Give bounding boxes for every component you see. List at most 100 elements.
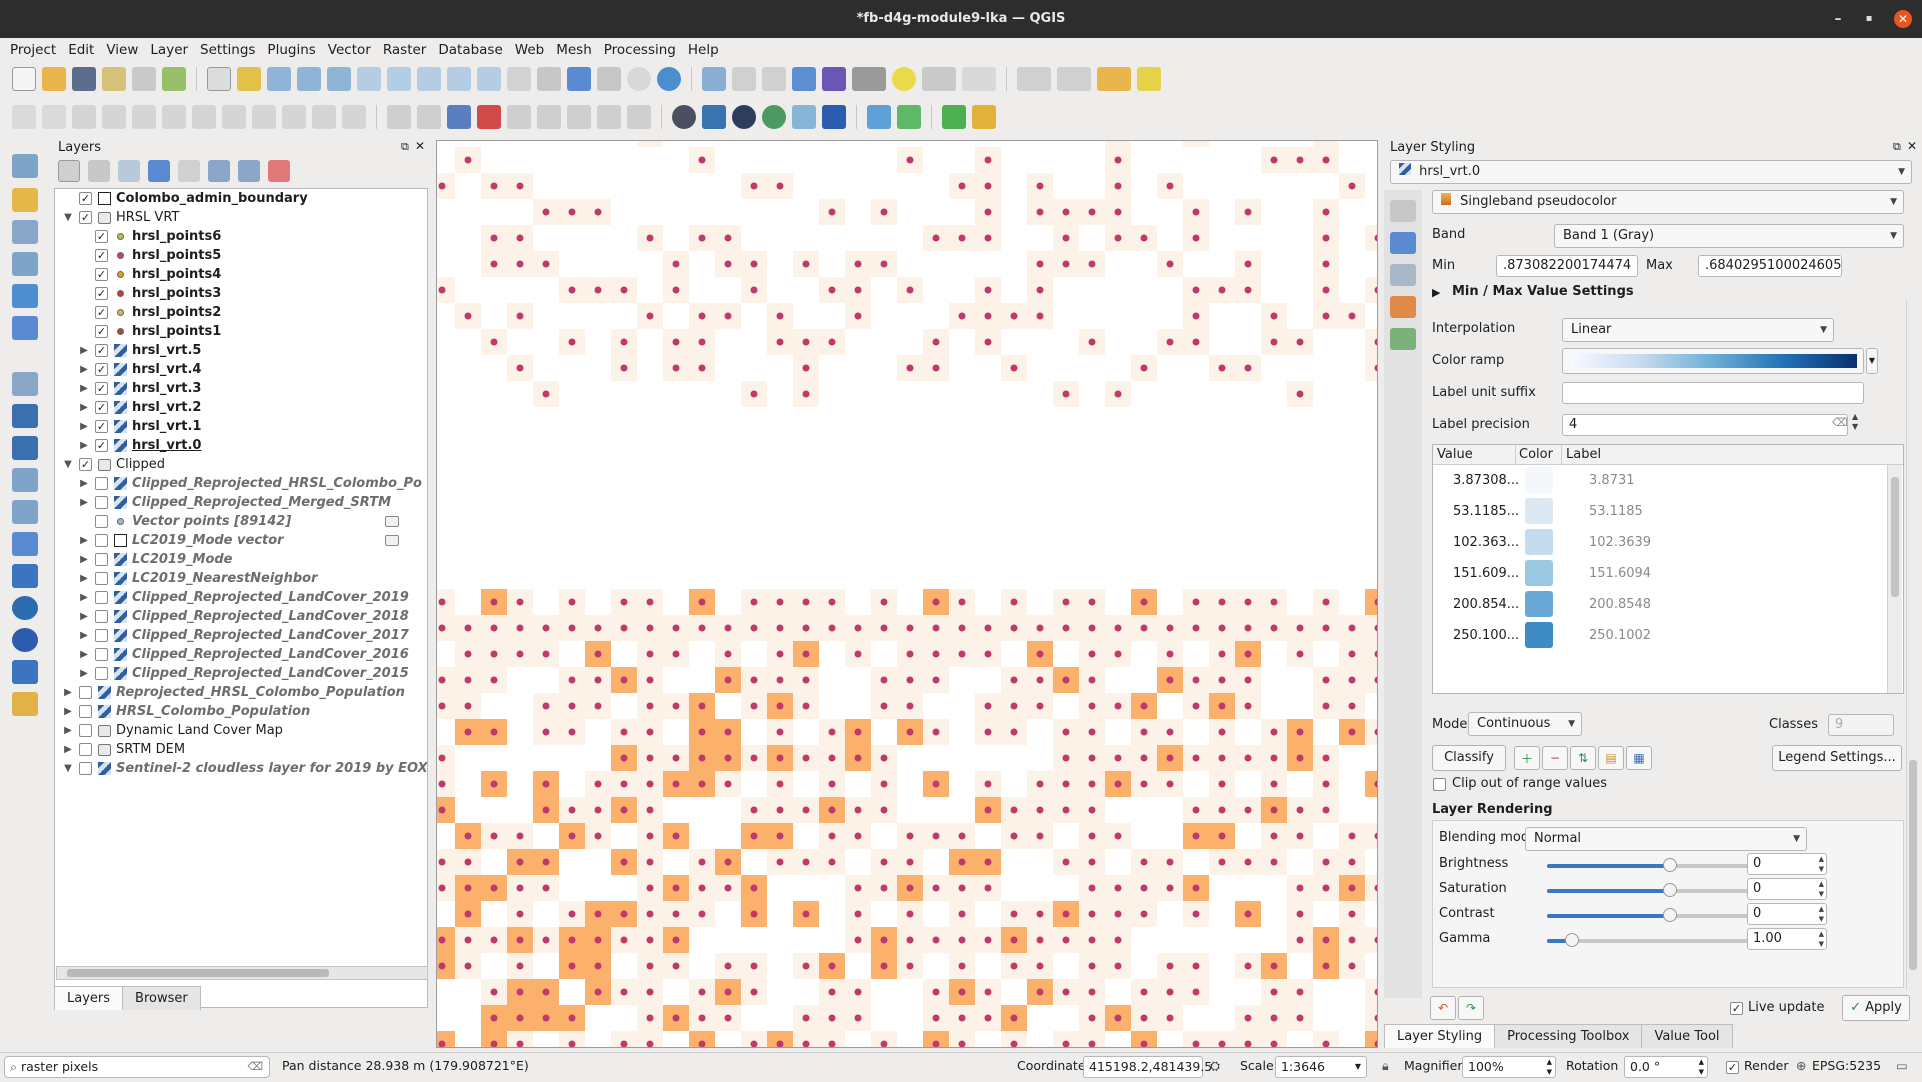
- new-3d-view-icon[interactable]: [537, 67, 561, 91]
- pan-to-selection-icon[interactable]: [237, 67, 261, 91]
- collapse-arrow-icon[interactable]: ▼: [61, 459, 75, 470]
- interpolation-select[interactable]: Linear ▼: [1562, 318, 1834, 342]
- class-label[interactable]: 3.8731: [1589, 473, 1635, 488]
- class-color-swatch[interactable]: [1525, 560, 1553, 586]
- expand-arrow-icon[interactable]: ▶: [61, 687, 75, 698]
- label-tool-icon[interactable]: [387, 105, 411, 129]
- deselect-icon[interactable]: [1097, 67, 1131, 91]
- zoom-native-icon[interactable]: [417, 67, 441, 91]
- layer-tree-item[interactable]: ▼ ✓ HRSL VRT: [55, 208, 179, 227]
- style-manager-icon[interactable]: [162, 67, 186, 91]
- layer-visibility-checkbox[interactable]: [79, 705, 92, 718]
- menu-view[interactable]: View: [100, 42, 144, 58]
- layer-tree-item[interactable]: ✓ hrsl_points2: [55, 303, 221, 322]
- tree-horizontal-scrollbar[interactable]: [56, 966, 428, 980]
- create-layer-icon[interactable]: [12, 252, 38, 276]
- classify-button[interactable]: Classify: [1432, 745, 1506, 771]
- zoom-next-icon[interactable]: [477, 67, 501, 91]
- expand-arrow-icon[interactable]: ▶: [77, 630, 91, 641]
- rendering-tab-icon[interactable]: [1390, 296, 1416, 318]
- layer-visibility-checkbox[interactable]: ✓: [79, 192, 92, 205]
- expand-arrow-icon[interactable]: ▶: [77, 649, 91, 660]
- expand-arrow-icon[interactable]: ▶: [77, 345, 91, 356]
- attribute-table-icon[interactable]: [732, 67, 756, 91]
- class-label[interactable]: 102.3639: [1589, 535, 1651, 550]
- label-unplaced-icon[interactable]: [477, 105, 501, 129]
- layer-tree-item[interactable]: ▶ HRSL_Colombo_Population: [55, 702, 310, 721]
- messages-icon[interactable]: ▭: [1896, 1058, 1908, 1073]
- column-color-header[interactable]: Color: [1519, 447, 1553, 462]
- extents-toggle-icon[interactable]: ⛭: [1210, 1058, 1220, 1074]
- layer-visibility-checkbox[interactable]: [79, 724, 92, 737]
- zoom-last-icon[interactable]: [447, 67, 471, 91]
- layer-tree-item[interactable]: ✓ hrsl_points3: [55, 284, 221, 303]
- layer-visibility-checkbox[interactable]: ✓: [95, 382, 108, 395]
- pan-map-icon[interactable]: [207, 67, 231, 91]
- redo-style-icon[interactable]: ↷: [1458, 996, 1484, 1020]
- expand-arrow-icon[interactable]: ▶: [77, 611, 91, 622]
- expand-arrow-icon[interactable]: ▶: [77, 364, 91, 375]
- layer-select[interactable]: hrsl_vrt.0 ▼: [1390, 160, 1912, 184]
- apply-button[interactable]: ✓ Apply: [1842, 995, 1910, 1021]
- layer-tree-item[interactable]: ✓ Colombo_admin_boundary: [55, 189, 308, 208]
- toggle-editing-icon[interactable]: [42, 105, 66, 129]
- help-icon[interactable]: [822, 105, 846, 129]
- layer-visibility-checkbox[interactable]: ✓: [95, 249, 108, 262]
- layer-tree-item[interactable]: ▶ LC2019_Mode: [55, 550, 232, 569]
- float-panel-icon[interactable]: ⧉: [401, 140, 409, 154]
- change-label-icon[interactable]: [627, 105, 651, 129]
- symbology-tab-icon[interactable]: [1390, 200, 1416, 222]
- class-value[interactable]: 102.363...: [1453, 535, 1519, 550]
- layer-tree-item[interactable]: ▶ Dynamic Land Cover Map: [55, 721, 283, 740]
- expand-arrow-icon[interactable]: ▶: [77, 668, 91, 679]
- color-map-row[interactable]: 250.100... 250.1002: [1433, 620, 1885, 658]
- contrast-spinbox[interactable]: 0 ▲ ▼: [1747, 903, 1827, 925]
- value-tool-icon[interactable]: [972, 105, 996, 129]
- data-source-manager-icon[interactable]: [12, 154, 38, 178]
- zoom-layer-icon[interactable]: [387, 67, 411, 91]
- gamma-spinbox[interactable]: 1.00 ▲ ▼: [1747, 928, 1827, 950]
- styling-vertical-scrollbar[interactable]: [1906, 300, 1918, 990]
- close-styling-icon[interactable]: ✕: [1907, 139, 1917, 153]
- add-wcs-icon[interactable]: [12, 596, 38, 620]
- select-features-icon[interactable]: [1017, 67, 1051, 91]
- column-label-header[interactable]: Label: [1566, 447, 1601, 462]
- delete-selected-icon[interactable]: [192, 105, 216, 129]
- class-color-swatch[interactable]: [1525, 529, 1553, 555]
- menu-help[interactable]: Help: [682, 42, 725, 58]
- coordinate-field[interactable]: 415198.2,481439.5: [1083, 1056, 1212, 1078]
- class-color-swatch[interactable]: [1525, 622, 1553, 648]
- filter-legend-icon[interactable]: [148, 160, 170, 182]
- close-panel-icon[interactable]: ✕: [415, 139, 425, 153]
- menu-mesh[interactable]: Mesh: [550, 42, 598, 58]
- layer-tree-item[interactable]: ▶ LC2019_Mode vector: [55, 531, 399, 550]
- add-wfs-icon[interactable]: [12, 628, 38, 652]
- menu-web[interactable]: Web: [509, 42, 550, 58]
- band-select[interactable]: Band 1 (Gray) ▼: [1554, 224, 1904, 248]
- vertex-tool-icon[interactable]: [132, 105, 156, 129]
- menu-settings[interactable]: Settings: [194, 42, 261, 58]
- expand-arrow-icon[interactable]: ▶: [77, 402, 91, 413]
- temporal-controller-icon[interactable]: [627, 67, 651, 91]
- class-label[interactable]: 200.8548: [1589, 597, 1651, 612]
- identify-icon[interactable]: [702, 67, 726, 91]
- add-xyz-icon[interactable]: [12, 692, 38, 716]
- modify-attributes-icon[interactable]: [162, 105, 186, 129]
- settings-gear-icon[interactable]: [792, 67, 816, 91]
- menu-database[interactable]: Database: [432, 42, 508, 58]
- add-mesh-icon[interactable]: [12, 316, 38, 340]
- class-value[interactable]: 200.854...: [1453, 597, 1519, 612]
- layer-tree-item[interactable]: ▶ ✓ hrsl_vrt.4: [55, 360, 201, 379]
- layer-visibility-checkbox[interactable]: ✓: [95, 420, 108, 433]
- pin-labels-icon[interactable]: [507, 105, 531, 129]
- save-edits-icon[interactable]: [72, 105, 96, 129]
- layer-tree-item[interactable]: ▶ ✓ hrsl_vrt.0: [55, 436, 201, 455]
- minmax-settings-header[interactable]: Min / Max Value Settings: [1452, 284, 1634, 299]
- clear-search-icon[interactable]: ⌫: [247, 1057, 263, 1077]
- new-map-view-icon[interactable]: [507, 67, 531, 91]
- refresh-plugin-icon[interactable]: [897, 105, 921, 129]
- class-color-swatch[interactable]: [1525, 467, 1553, 493]
- slider-handle[interactable]: [1663, 883, 1677, 897]
- load-colormap-icon[interactable]: ▤: [1598, 746, 1624, 770]
- tab-processing-toolbox[interactable]: Processing Toolbox: [1494, 1024, 1643, 1048]
